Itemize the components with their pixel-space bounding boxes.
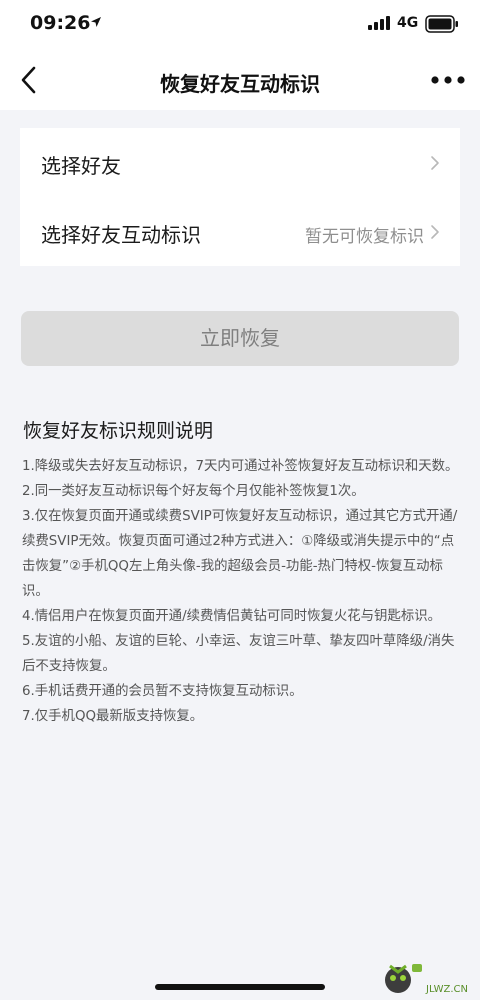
- chevron-right-icon: [431, 156, 439, 170]
- location-arrow-icon: [91, 17, 101, 27]
- status-bar: 09:26 4G: [0, 0, 480, 48]
- rule-item: 5.友谊的小船、友谊的巨轮、小幸运、友谊三叶草、挚友四叶草降级/消失后不支持恢复…: [22, 634, 455, 674]
- select-badge-value: 暂无可恢复标识: [305, 227, 424, 247]
- network-type: 4G: [397, 15, 419, 31]
- rule-item: 1.降级或失去好友互动标识，7天内可通过补签恢复好友互动标识和天数。: [22, 459, 459, 474]
- select-friend-label: 选择好友: [41, 154, 121, 178]
- signal-bars-icon: [368, 16, 390, 30]
- settings-card: 选择好友 选择好友互动标识 暂无可恢复标识: [20, 128, 460, 266]
- rule-item: 6.手机话费开通的会员暂不支持恢复互动标识。: [22, 684, 303, 699]
- status-time: 09:26: [30, 12, 91, 34]
- watermark-logo-icon: [385, 964, 422, 993]
- rule-item: 3.仅在恢复页面开通或续费SVIP可恢复好友互动标识，通过其它方式开通/续费SV…: [22, 509, 458, 599]
- watermark-text: JLWZ.CN: [426, 984, 468, 995]
- nav-bar: 恢复好友互动标识: [0, 48, 480, 110]
- select-friend-row[interactable]: 选择好友: [20, 128, 460, 197]
- page-title: 恢复好友互动标识: [160, 72, 320, 96]
- chevron-right-icon: [431, 225, 439, 239]
- more-dots-icon: [431, 76, 465, 84]
- rules-list: 1.降级或失去好友互动标识，7天内可通过补签恢复好友互动标识和天数。 2.同一类…: [22, 454, 464, 729]
- restore-now-button[interactable]: 立即恢复: [21, 311, 459, 366]
- select-badge-row[interactable]: 选择好友互动标识 暂无可恢复标识: [20, 197, 460, 266]
- rule-item: 7.仅手机QQ最新版支持恢复。: [22, 709, 204, 724]
- rule-item: 2.同一类好友互动标识每个好友每个月仅能补签恢复1次。: [22, 484, 365, 499]
- more-button[interactable]: [430, 72, 466, 88]
- battery-icon: [425, 15, 458, 33]
- rules-title: 恢复好友标识规则说明: [23, 420, 214, 442]
- rule-item: 4.情侣用户在恢复页面开通/续费情侣黄钻可同时恢复火花与钥匙标识。: [22, 609, 442, 624]
- select-badge-label: 选择好友互动标识: [41, 223, 201, 247]
- home-indicator[interactable]: [155, 984, 325, 990]
